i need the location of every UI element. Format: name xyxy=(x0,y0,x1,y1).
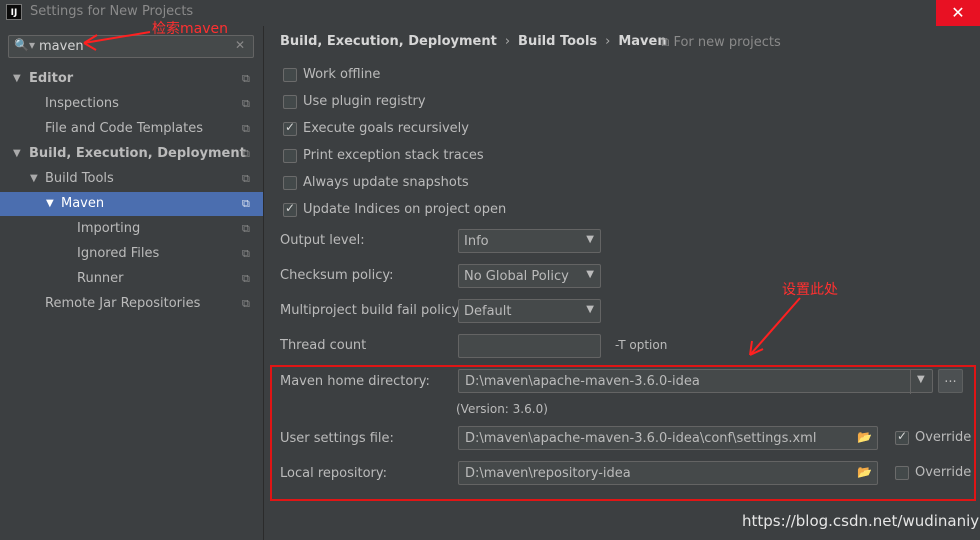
annotation-arrows xyxy=(83,31,801,356)
watermark-text: https://blog.csdn.net/wudinaniya xyxy=(742,512,980,530)
set-here-annotation-arrow xyxy=(749,297,801,356)
